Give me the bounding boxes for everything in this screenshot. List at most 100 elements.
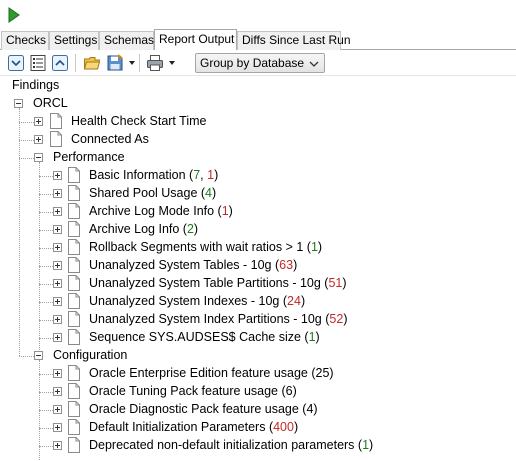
tree-node-check[interactable]: Unanalyzed System Index Partitions - 10g… (0, 311, 516, 329)
save-dropdown-arrow-icon[interactable] (129, 61, 135, 65)
expand-plus-icon[interactable] (53, 189, 62, 198)
expand-plus-icon[interactable] (53, 315, 62, 324)
expand-plus-icon[interactable] (53, 369, 62, 378)
tree-node-check[interactable]: Sequence SYS.AUDSES$ Cache size (1) (0, 329, 516, 347)
check-suffix: ) (228, 204, 233, 218)
tree-node-database[interactable]: ORCL (0, 95, 516, 113)
tree-node-check[interactable]: Oracle Tuning Pack feature usage (6) (0, 383, 516, 401)
tree-node-check[interactable]: Archive Log Mode Info (1) (0, 203, 516, 221)
open-folder-icon[interactable] (83, 54, 101, 72)
report-toolbar: Group by Database (0, 50, 516, 76)
tree-node-check[interactable]: Oracle Diagnostic Pack feature usage (4) (0, 401, 516, 419)
run-toolbar (0, 0, 516, 30)
finding-count: 1 (308, 330, 316, 344)
collapse-minus-icon[interactable] (34, 153, 43, 162)
tab-label: Report Output (159, 32, 235, 46)
expand-all-icon[interactable] (7, 54, 25, 72)
check-name: Rollback Segments with wait ratios > 1 ( (89, 240, 311, 254)
expand-plus-icon[interactable] (53, 333, 62, 342)
check-suffix: ) (343, 312, 348, 326)
document-icon (68, 275, 80, 291)
expand-plus-icon[interactable] (53, 171, 62, 180)
check-suffix: ) (293, 258, 298, 272)
tree-node-check[interactable]: Rollback Segments with wait ratios > 1 (… (0, 239, 516, 257)
check-name: Oracle Diagnostic Pack feature usage ( (89, 402, 307, 416)
run-play-icon[interactable] (8, 7, 20, 23)
print-dropdown-arrow-icon[interactable] (169, 61, 175, 65)
tree-node-group[interactable]: Performance (0, 149, 516, 167)
tree-node-check[interactable]: Basic Information (7, 1) (0, 167, 516, 185)
check-label: Sequence SYS.AUDSES$ Cache size (1) (89, 329, 320, 346)
save-icon[interactable] (106, 54, 124, 72)
tree-root-findings[interactable]: Findings (0, 77, 516, 95)
tree-connector (39, 338, 53, 339)
tree-node-check[interactable]: Shared Pool Usage (4) (0, 185, 516, 203)
collapse-minus-icon[interactable] (14, 99, 23, 108)
check-name: Oracle Enterprise Edition feature usage … (89, 366, 316, 380)
check-name: Shared Pool Usage ( (89, 186, 206, 200)
group-by-select[interactable]: Group by Database (195, 53, 325, 73)
tree-node-check[interactable]: Unanalyzed System Table Partitions - 10g… (0, 275, 516, 293)
document-icon (68, 383, 80, 399)
tree-node-check[interactable]: Health Check Start Time (0, 113, 516, 131)
tree-node-check[interactable]: Default Initialization Parameters (400) (0, 419, 516, 437)
expand-plus-icon[interactable] (53, 279, 62, 288)
group-label: Performance (53, 150, 125, 164)
tree-node-check[interactable]: Deprecated non-default initialization pa… (0, 437, 516, 455)
finding-count: 63 (279, 258, 294, 272)
check-suffix: ) (313, 402, 318, 416)
tree-node-group[interactable]: Configuration (0, 347, 516, 365)
document-icon (68, 329, 80, 345)
findings-tree: Findings ORCL Health Check Start Time Conne… (0, 77, 516, 461)
print-icon[interactable] (146, 54, 164, 72)
check-name: Unanalyzed System Table Partitions - 10g… (89, 276, 329, 290)
finding-count: 52 (329, 312, 344, 326)
finding-count: 51 (328, 276, 343, 290)
expand-plus-icon[interactable] (53, 243, 62, 252)
tree-node-check[interactable]: Unanalyzed System Indexes - 10g (24) (0, 293, 516, 311)
tree-connector (39, 374, 53, 375)
expand-plus-icon[interactable] (53, 225, 62, 234)
tree-node-check[interactable]: Connected As (0, 131, 516, 149)
check-label: Archive Log Info (2) (89, 221, 198, 238)
check-suffix: ) (293, 420, 299, 434)
tree-node-check[interactable]: Oracle Enterprise Edition feature usage … (0, 365, 516, 383)
check-label: Health Check Start Time (71, 114, 207, 128)
tree-connector (19, 356, 34, 357)
tree-node-check[interactable]: Archive Log Info (2) (0, 221, 516, 239)
check-label: Oracle Enterprise Edition feature usage … (89, 365, 334, 382)
expand-plus-icon[interactable] (53, 261, 62, 270)
check-suffix: ) (342, 276, 347, 290)
check-name: Oracle Tuning Pack feature usage ( (89, 384, 286, 398)
expand-plus-icon[interactable] (53, 441, 62, 450)
check-name: Archive Log Mode Info ( (89, 204, 222, 218)
expand-plus-icon[interactable] (34, 117, 43, 126)
check-suffix: ) (212, 186, 217, 200)
expand-plus-icon[interactable] (53, 207, 62, 216)
finding-count: 6 (285, 384, 293, 398)
check-label: Archive Log Mode Info (1) (89, 203, 233, 220)
tree-node-check[interactable]: Unanalyzed System Tables - 10g (63) (0, 257, 516, 275)
check-label: Unanalyzed System Indexes - 10g (24) (89, 293, 305, 310)
collapse-minus-icon[interactable] (34, 351, 43, 360)
expand-plus-icon[interactable] (53, 297, 62, 306)
tab-settings[interactable]: Settings (49, 31, 99, 50)
tree-connector (39, 176, 53, 177)
tab-checks[interactable]: Checks (1, 31, 49, 50)
expand-plus-icon[interactable] (53, 405, 62, 414)
collapse-all-icon[interactable] (51, 54, 69, 72)
tree-connector (39, 248, 53, 249)
document-icon (68, 401, 80, 417)
check-name: Default Initialization Parameters ( (89, 420, 274, 434)
tab-diffs-since-last-run[interactable]: Diffs Since Last Run (237, 31, 351, 50)
tab-schemas[interactable]: Schemas (99, 31, 154, 50)
document-icon (68, 239, 80, 255)
document-icon (68, 221, 80, 237)
expand-plus-icon[interactable] (53, 387, 62, 396)
check-name: Deprecated non-default initialization pa… (89, 438, 363, 452)
tab-report-output[interactable]: Report Output (154, 29, 237, 50)
expand-plus-icon[interactable] (53, 423, 62, 432)
report-list-icon[interactable] (29, 54, 47, 72)
expand-plus-icon[interactable] (34, 135, 43, 144)
check-label: Unanalyzed System Table Partitions - 10g… (89, 275, 347, 292)
